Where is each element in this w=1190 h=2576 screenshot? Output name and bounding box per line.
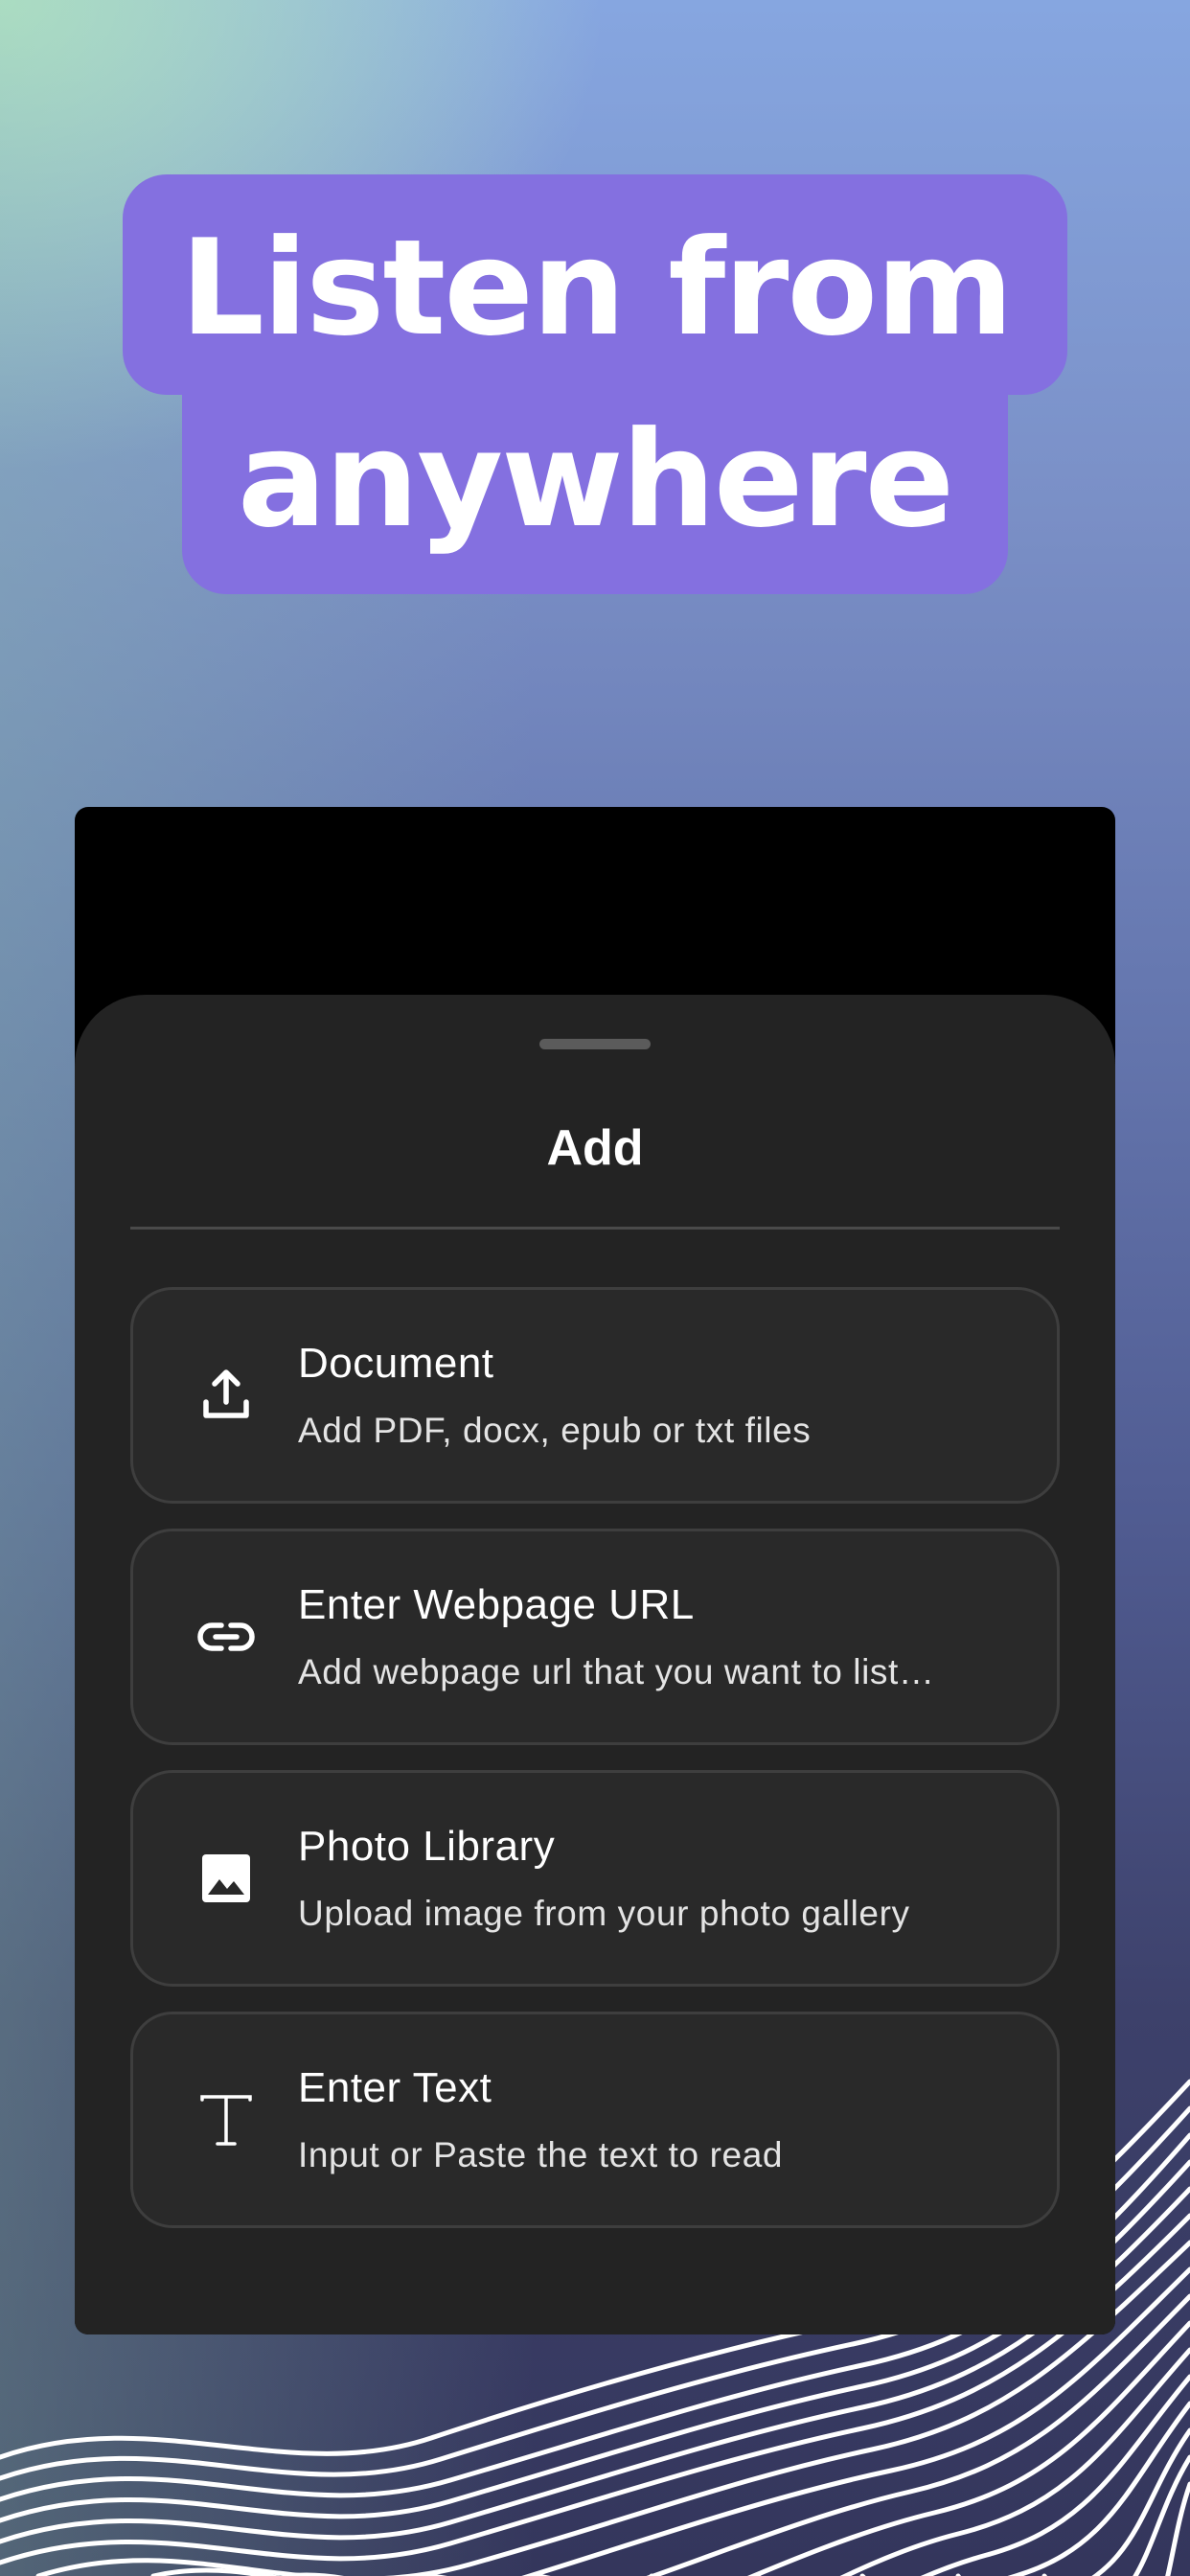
headline: Listen from anywhere bbox=[0, 174, 1190, 594]
option-webpage-url[interactable]: Enter Webpage URL Add webpage url that y… bbox=[130, 1529, 1060, 1745]
option-enter-text[interactable]: Enter Text Input or Paste the text to re… bbox=[130, 2012, 1060, 2228]
option-photo-library[interactable]: Photo Library Upload image from your pho… bbox=[130, 1770, 1060, 1987]
option-title: Document bbox=[298, 1340, 494, 1387]
link-icon bbox=[195, 1605, 258, 1668]
option-document[interactable]: Document Add PDF, docx, epub or txt file… bbox=[130, 1287, 1060, 1504]
add-bottom-sheet: Add Document Add PDF, docx, epub or txt … bbox=[75, 995, 1115, 2334]
option-title: Enter Webpage URL bbox=[298, 1581, 695, 1628]
headline-line-2: anywhere bbox=[181, 393, 1009, 594]
option-subtitle: Add webpage url that you want to list… bbox=[298, 1652, 935, 1691]
sheet-divider bbox=[130, 1227, 1060, 1230]
phone-screen: Add Document Add PDF, docx, epub or txt … bbox=[75, 807, 1115, 2334]
option-title: Photo Library bbox=[298, 1823, 556, 1870]
text-icon bbox=[195, 2088, 258, 2151]
add-options-list: Document Add PDF, docx, epub or txt file… bbox=[130, 1287, 1060, 2253]
headline-line-1: Listen from bbox=[123, 174, 1067, 395]
option-subtitle: Input or Paste the text to read bbox=[298, 2135, 784, 2174]
upload-icon bbox=[195, 1364, 258, 1427]
option-title: Enter Text bbox=[298, 2064, 492, 2111]
sheet-grabber-handle[interactable] bbox=[539, 1039, 651, 1049]
image-icon bbox=[195, 1847, 258, 1910]
sheet-title: Add bbox=[546, 1120, 644, 1176]
option-subtitle: Upload image from your photo gallery bbox=[298, 1894, 910, 1933]
option-subtitle: Add PDF, docx, epub or txt files bbox=[298, 1411, 812, 1450]
